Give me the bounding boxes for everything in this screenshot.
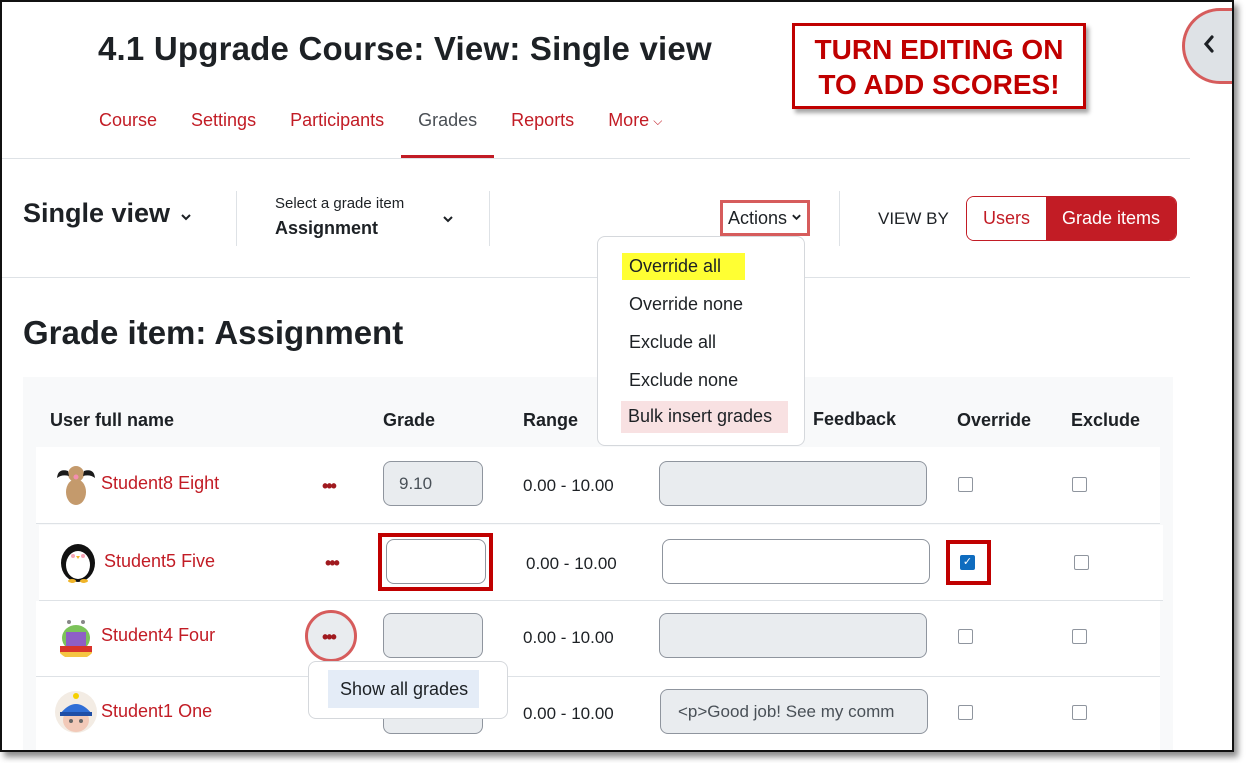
chevron-down-icon: ⌵	[653, 114, 663, 128]
penguin-avatar	[56, 540, 100, 584]
feedback-input[interactable]	[662, 539, 930, 584]
dog-avatar	[54, 462, 98, 506]
divider	[2, 277, 1190, 278]
row-menu-button[interactable]: •••	[325, 554, 340, 572]
divider	[236, 191, 237, 246]
divider	[2, 158, 1190, 159]
row-action-menu: Show all grades	[308, 661, 508, 719]
exclude-checkbox[interactable]	[1072, 705, 1087, 720]
divider	[489, 191, 490, 246]
actions-dropdown-button[interactable]: Actions	[720, 200, 810, 236]
grade-range: 0.00 - 10.00	[523, 628, 614, 647]
tab-participants[interactable]: Participants	[273, 100, 401, 158]
page-title: 4.1 Upgrade Course: View: Single view	[98, 30, 712, 67]
column-header-user[interactable]: User full name	[50, 410, 174, 431]
exclude-checkbox[interactable]	[1072, 477, 1087, 492]
tab-label: Course	[99, 110, 158, 130]
grade-input[interactable]	[383, 613, 483, 658]
chevron-down-icon	[442, 210, 454, 226]
user-name-link[interactable]: Student5 Five	[104, 551, 215, 572]
user-name-link[interactable]: Student8 Eight	[101, 473, 219, 494]
monkey-helmet-avatar	[54, 690, 98, 734]
callout-line: TURN EDITING ON	[814, 34, 1064, 65]
tab-reports[interactable]: Reports	[494, 100, 591, 158]
feedback-input[interactable]	[659, 461, 927, 506]
row-menu-button[interactable]: •••	[322, 628, 337, 646]
tab-label: Settings	[191, 110, 257, 130]
tab-grades[interactable]: Grades	[401, 100, 495, 158]
menu-item-override-all[interactable]: Override all	[622, 253, 746, 280]
tab-label: Reports	[511, 110, 575, 130]
column-header-grade: Grade	[383, 410, 436, 430]
chevron-left-icon	[1202, 33, 1216, 59]
column-header-range: Range	[523, 410, 579, 430]
user-name-link[interactable]: Student1 One	[101, 701, 212, 722]
column-header-exclude: Exclude	[1071, 410, 1141, 430]
exclude-checkbox[interactable]	[1074, 555, 1089, 570]
annotation-callout: TURN EDITING ON TO ADD SCORES!	[792, 23, 1086, 109]
actions-menu: Override all Override none Exclude all E…	[597, 236, 805, 446]
feedback-input[interactable]	[659, 613, 927, 658]
grade-range: 0.00 - 10.00	[523, 704, 614, 723]
show-all-grades-item[interactable]: Show all grades	[328, 670, 479, 708]
view-by-toggle: Users Grade items	[966, 196, 1178, 241]
menu-item-override-none[interactable]: Override none	[622, 291, 750, 318]
grade-item-selector-label: Select a grade item	[275, 195, 405, 212]
app-window: 4.1 Upgrade Course: View: Single view Co…	[0, 0, 1234, 752]
menu-item-exclude-all[interactable]: Exclude all	[622, 329, 723, 356]
tab-label: Grades	[418, 110, 478, 130]
grade-item-heading: Grade item: Assignment	[23, 314, 404, 351]
override-checkbox[interactable]	[958, 705, 973, 720]
feedback-input[interactable]: <p>Good job! See my comm	[660, 689, 928, 734]
column-header-feedback: Feedback	[813, 409, 897, 429]
report-selector[interactable]: Single view	[23, 198, 192, 229]
override-checkbox[interactable]	[958, 629, 973, 644]
chevron-down-icon	[791, 210, 802, 224]
exclude-checkbox[interactable]	[1072, 629, 1087, 644]
view-by-users-button[interactable]: Users	[967, 197, 1047, 240]
grade-range: 0.00 - 10.00	[526, 554, 617, 573]
reading-monster-avatar	[54, 616, 98, 660]
actions-label: Actions	[727, 207, 788, 228]
tab-more[interactable]: More ⌵	[591, 100, 679, 158]
grade-range: 0.00 - 10.00	[523, 476, 614, 495]
chevron-down-icon	[180, 208, 192, 224]
divider	[839, 191, 840, 246]
override-checkbox[interactable]: ✓	[960, 555, 975, 570]
tab-label: More	[608, 110, 650, 130]
grade-item-selector-value: Assignment	[275, 218, 379, 238]
tab-settings[interactable]: Settings	[174, 100, 273, 158]
course-nav: Course Settings Participants Grades Repo…	[82, 100, 679, 158]
view-by-label: VIEW BY	[878, 209, 949, 228]
view-by-grade-items-button[interactable]: Grade items	[1046, 197, 1177, 240]
grade-input[interactable]	[386, 539, 486, 584]
grade-item-selector[interactable]: Select a grade item Assignment	[275, 195, 455, 239]
row-menu-button[interactable]: •••	[322, 477, 337, 495]
report-selector-label: Single view	[23, 198, 171, 228]
column-header-override: Override	[957, 410, 1032, 430]
menu-item-bulk-insert-grades[interactable]: Bulk insert grades	[621, 401, 789, 433]
menu-item-exclude-none[interactable]: Exclude none	[622, 367, 745, 394]
callout-line: TO ADD SCORES!	[818, 69, 1060, 100]
drawer-toggle-button[interactable]	[1182, 8, 1232, 84]
tab-label: Participants	[290, 110, 385, 130]
tab-course[interactable]: Course	[82, 100, 174, 158]
user-name-link[interactable]: Student4 Four	[101, 625, 215, 646]
override-checkbox[interactable]	[958, 477, 973, 492]
grade-input[interactable]: 9.10	[383, 461, 483, 506]
